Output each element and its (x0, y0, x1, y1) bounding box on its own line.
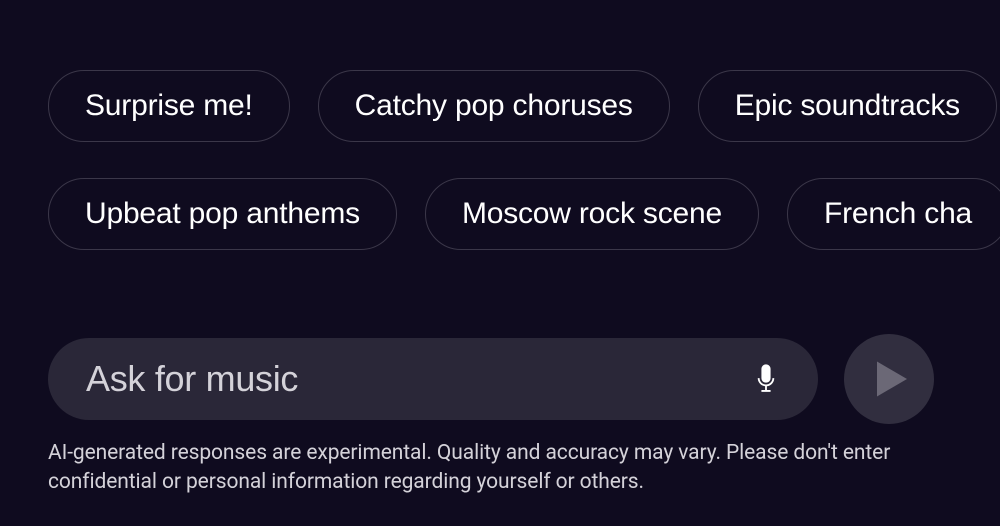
suggestion-chip-upbeat-pop[interactable]: Upbeat pop anthems (48, 178, 397, 250)
music-input[interactable] (86, 358, 744, 400)
music-input-bar (48, 338, 818, 420)
suggestion-chip-french-cha[interactable]: French cha (787, 178, 1000, 250)
ai-disclaimer-text: AI-generated responses are experimental.… (48, 439, 920, 496)
suggestion-row-1: Surprise me! Catchy pop choruses Epic so… (48, 70, 1000, 142)
suggestion-row-2: Upbeat pop anthems Moscow rock scene Fre… (48, 178, 1000, 250)
play-icon (877, 361, 907, 397)
suggestion-chip-epic-soundtracks[interactable]: Epic soundtracks (698, 70, 997, 142)
suggestion-chip-catchy-pop[interactable]: Catchy pop choruses (318, 70, 670, 142)
microphone-button[interactable] (744, 357, 788, 401)
input-bar-row (48, 334, 1000, 424)
suggestion-chip-moscow-rock[interactable]: Moscow rock scene (425, 178, 759, 250)
suggestion-chips-container: Surprise me! Catchy pop choruses Epic so… (48, 70, 1000, 250)
play-button[interactable] (844, 334, 934, 424)
microphone-icon (755, 364, 777, 394)
suggestion-chip-surprise-me[interactable]: Surprise me! (48, 70, 290, 142)
